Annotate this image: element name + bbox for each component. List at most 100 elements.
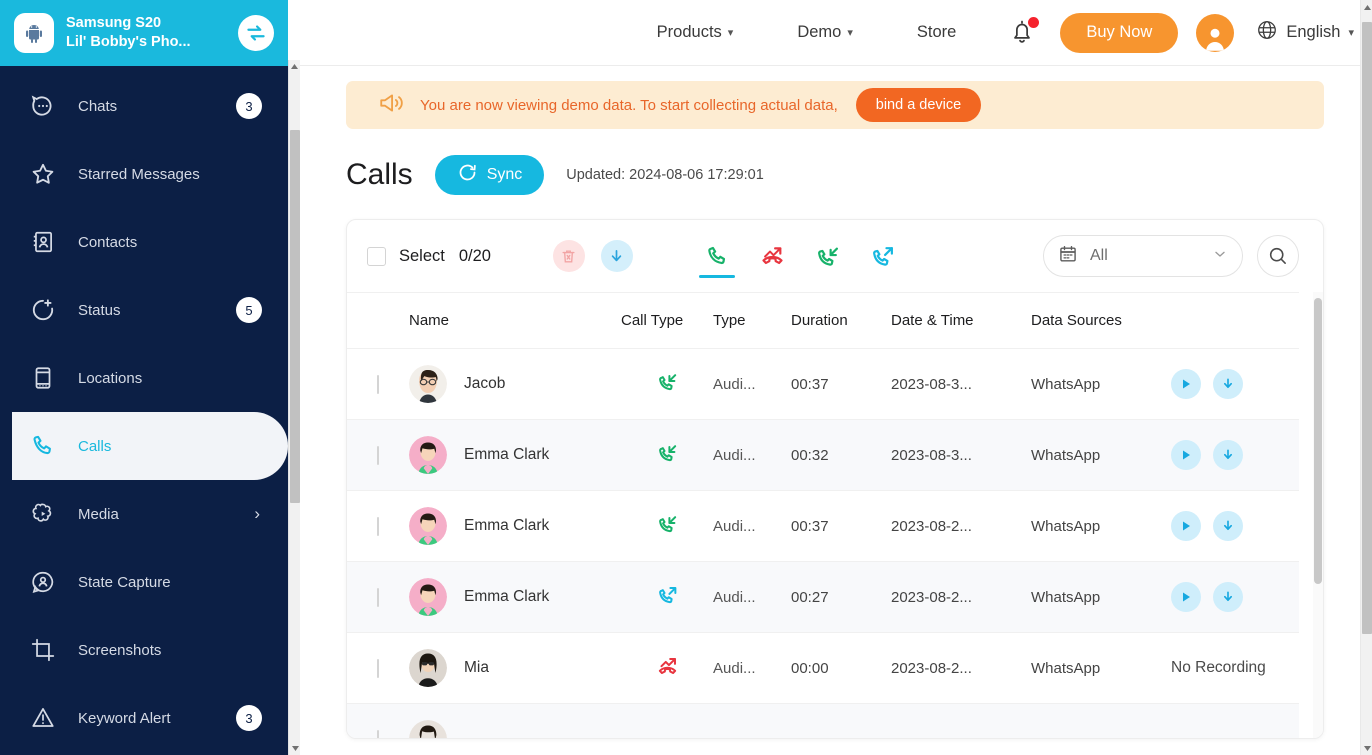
call-type-text: Audi... (713, 446, 756, 464)
column-header-name: Name (409, 292, 621, 349)
state-capture-icon (30, 569, 64, 595)
table-scrollbar-thumb[interactable] (1314, 298, 1322, 584)
row-checkbox[interactable] (377, 729, 379, 738)
call-duration: 00:32 (791, 446, 829, 464)
chevron-down-icon: ▾ (1348, 27, 1354, 39)
download-arrow-icon[interactable] (600, 240, 633, 272)
globe-icon (1256, 19, 1278, 46)
sidebar-item-contacts[interactable]: Contacts (0, 208, 288, 276)
select-label: Select (399, 246, 445, 265)
sidebar-item-state-capture[interactable]: State Capture (0, 548, 288, 616)
sidebar-item-status[interactable]: Status 5 (0, 276, 288, 344)
sidebar-badge: 5 (236, 297, 262, 323)
sidebar-item-label: Media (78, 505, 119, 523)
nav-link-store[interactable]: Store (903, 23, 970, 42)
table-row[interactable]: Mia Audi... 00:00 2023-08-2... WhatsApp … (347, 632, 1299, 704)
sidebar-item-screenshots[interactable]: Screenshots (0, 616, 288, 684)
top-navigation: Products ▾ Demo ▾ Store Buy Now English … (300, 0, 1372, 66)
table-row[interactable] (347, 703, 1299, 738)
call-outgoing-icon (656, 586, 679, 611)
tab-incoming-calls[interactable] (815, 234, 840, 278)
bind-device-button[interactable]: bind a device (855, 88, 982, 122)
header-checkbox-col (347, 292, 409, 349)
table-row[interactable]: Emma Clark (347, 561, 1299, 633)
contact-name: Jacob (464, 375, 506, 392)
nav-link-demo[interactable]: Demo ▾ (783, 23, 867, 42)
language-label: English (1286, 23, 1341, 41)
calendar-icon (1058, 244, 1078, 269)
calls-toolbar: Select 0/20 All (347, 220, 1323, 292)
table-row[interactable]: Jacob Audi... 00:37 2023-08-3... WhatsAp… (347, 348, 1299, 420)
select-count: 0/20 (458, 246, 491, 265)
chevron-down-icon (1212, 246, 1228, 267)
table-row[interactable]: Emma Clark (347, 419, 1299, 491)
sidebar-item-chats[interactable]: Chats 3 (0, 72, 288, 140)
demo-banner-text: You are now viewing demo data. To start … (420, 96, 838, 114)
row-checkbox[interactable] (377, 658, 379, 678)
row-checkbox[interactable] (377, 587, 379, 607)
sidebar-item-starred-messages[interactable]: Starred Messages (0, 140, 288, 208)
contact-book-icon (30, 229, 64, 255)
buy-now-button[interactable]: Buy Now (1060, 12, 1179, 53)
star-icon (30, 161, 64, 187)
sidebar-scrollbar-thumb[interactable] (290, 130, 300, 503)
warning-triangle-icon (30, 705, 64, 731)
call-incoming-icon (656, 515, 679, 540)
call-duration: 00:37 (791, 375, 829, 393)
nav-link-label: Store (916, 23, 957, 41)
sidebar-item-keyword-alert[interactable]: Keyword Alert 3 (0, 684, 288, 752)
device-names: Samsung S20 Lil' Bobby's Pho... (66, 14, 226, 52)
call-data-source: WhatsApp (1031, 517, 1101, 535)
language-selector[interactable]: English ▾ (1256, 19, 1354, 46)
contact-name: Emma Clark (464, 588, 550, 605)
sync-button[interactable]: Sync (434, 155, 545, 195)
row-checkbox[interactable] (377, 374, 379, 394)
call-incoming-icon (656, 444, 679, 469)
select-all-checkbox[interactable] (367, 246, 386, 266)
play-icon[interactable] (1171, 511, 1201, 541)
trash-delete-icon[interactable] (552, 240, 585, 272)
page-scrollbar[interactable] (1360, 0, 1372, 755)
contact-name: Emma Clark (464, 517, 550, 534)
sidebar-scrollbar[interactable] (288, 60, 300, 755)
play-icon[interactable] (1171, 369, 1201, 399)
tab-all-calls[interactable] (705, 234, 730, 278)
avatar-emma (409, 436, 447, 474)
nav-link-products[interactable]: Products ▾ (643, 23, 748, 42)
calls-table-head: Name Call Type Type Duration Date & Time… (347, 292, 1299, 349)
play-icon[interactable] (1171, 582, 1201, 612)
download-arrow-icon[interactable] (1213, 511, 1243, 541)
swap-device-icon[interactable] (238, 15, 274, 51)
tab-outgoing-calls[interactable] (870, 234, 895, 278)
row-checkbox[interactable] (377, 516, 379, 536)
table-row[interactable]: Emma Clark (347, 490, 1299, 562)
header-actions-col (1171, 292, 1299, 349)
calls-table: Name Call Type Type Duration Date & Time… (347, 292, 1299, 738)
no-recording-label: No Recording (1171, 659, 1266, 676)
scroll-up-arrow-icon[interactable] (289, 60, 300, 73)
tab-missed-calls[interactable] (760, 234, 785, 278)
column-header-data-sources: Data Sources (1031, 292, 1171, 349)
scroll-down-arrow-icon[interactable] (1361, 741, 1372, 755)
download-arrow-icon[interactable] (1213, 582, 1243, 612)
avatar-partial (409, 720, 447, 738)
page-scrollbar-thumb[interactable] (1362, 22, 1372, 634)
download-arrow-icon[interactable] (1213, 369, 1243, 399)
sidebar-item-calls[interactable]: Calls (12, 412, 288, 480)
column-header-duration: Duration (791, 292, 891, 349)
download-arrow-icon[interactable] (1213, 440, 1243, 470)
sidebar-item-locations[interactable]: Locations (0, 344, 288, 412)
play-icon[interactable] (1171, 440, 1201, 470)
sidebar-item-media[interactable]: Media › (0, 480, 288, 548)
notification-bell-icon[interactable] (1008, 16, 1040, 48)
page-title: Calls (346, 158, 413, 191)
table-scrollbar[interactable] (1313, 292, 1323, 738)
search-icon[interactable] (1257, 235, 1299, 277)
demo-data-banner: You are now viewing demo data. To start … (346, 81, 1324, 129)
sidebar-badge: 3 (236, 705, 262, 731)
call-duration: 00:27 (791, 588, 829, 606)
scroll-up-arrow-icon[interactable] (1361, 0, 1372, 14)
row-checkbox[interactable] (377, 445, 379, 465)
user-avatar-icon[interactable] (1196, 13, 1235, 52)
date-filter-select[interactable]: All (1043, 235, 1243, 277)
